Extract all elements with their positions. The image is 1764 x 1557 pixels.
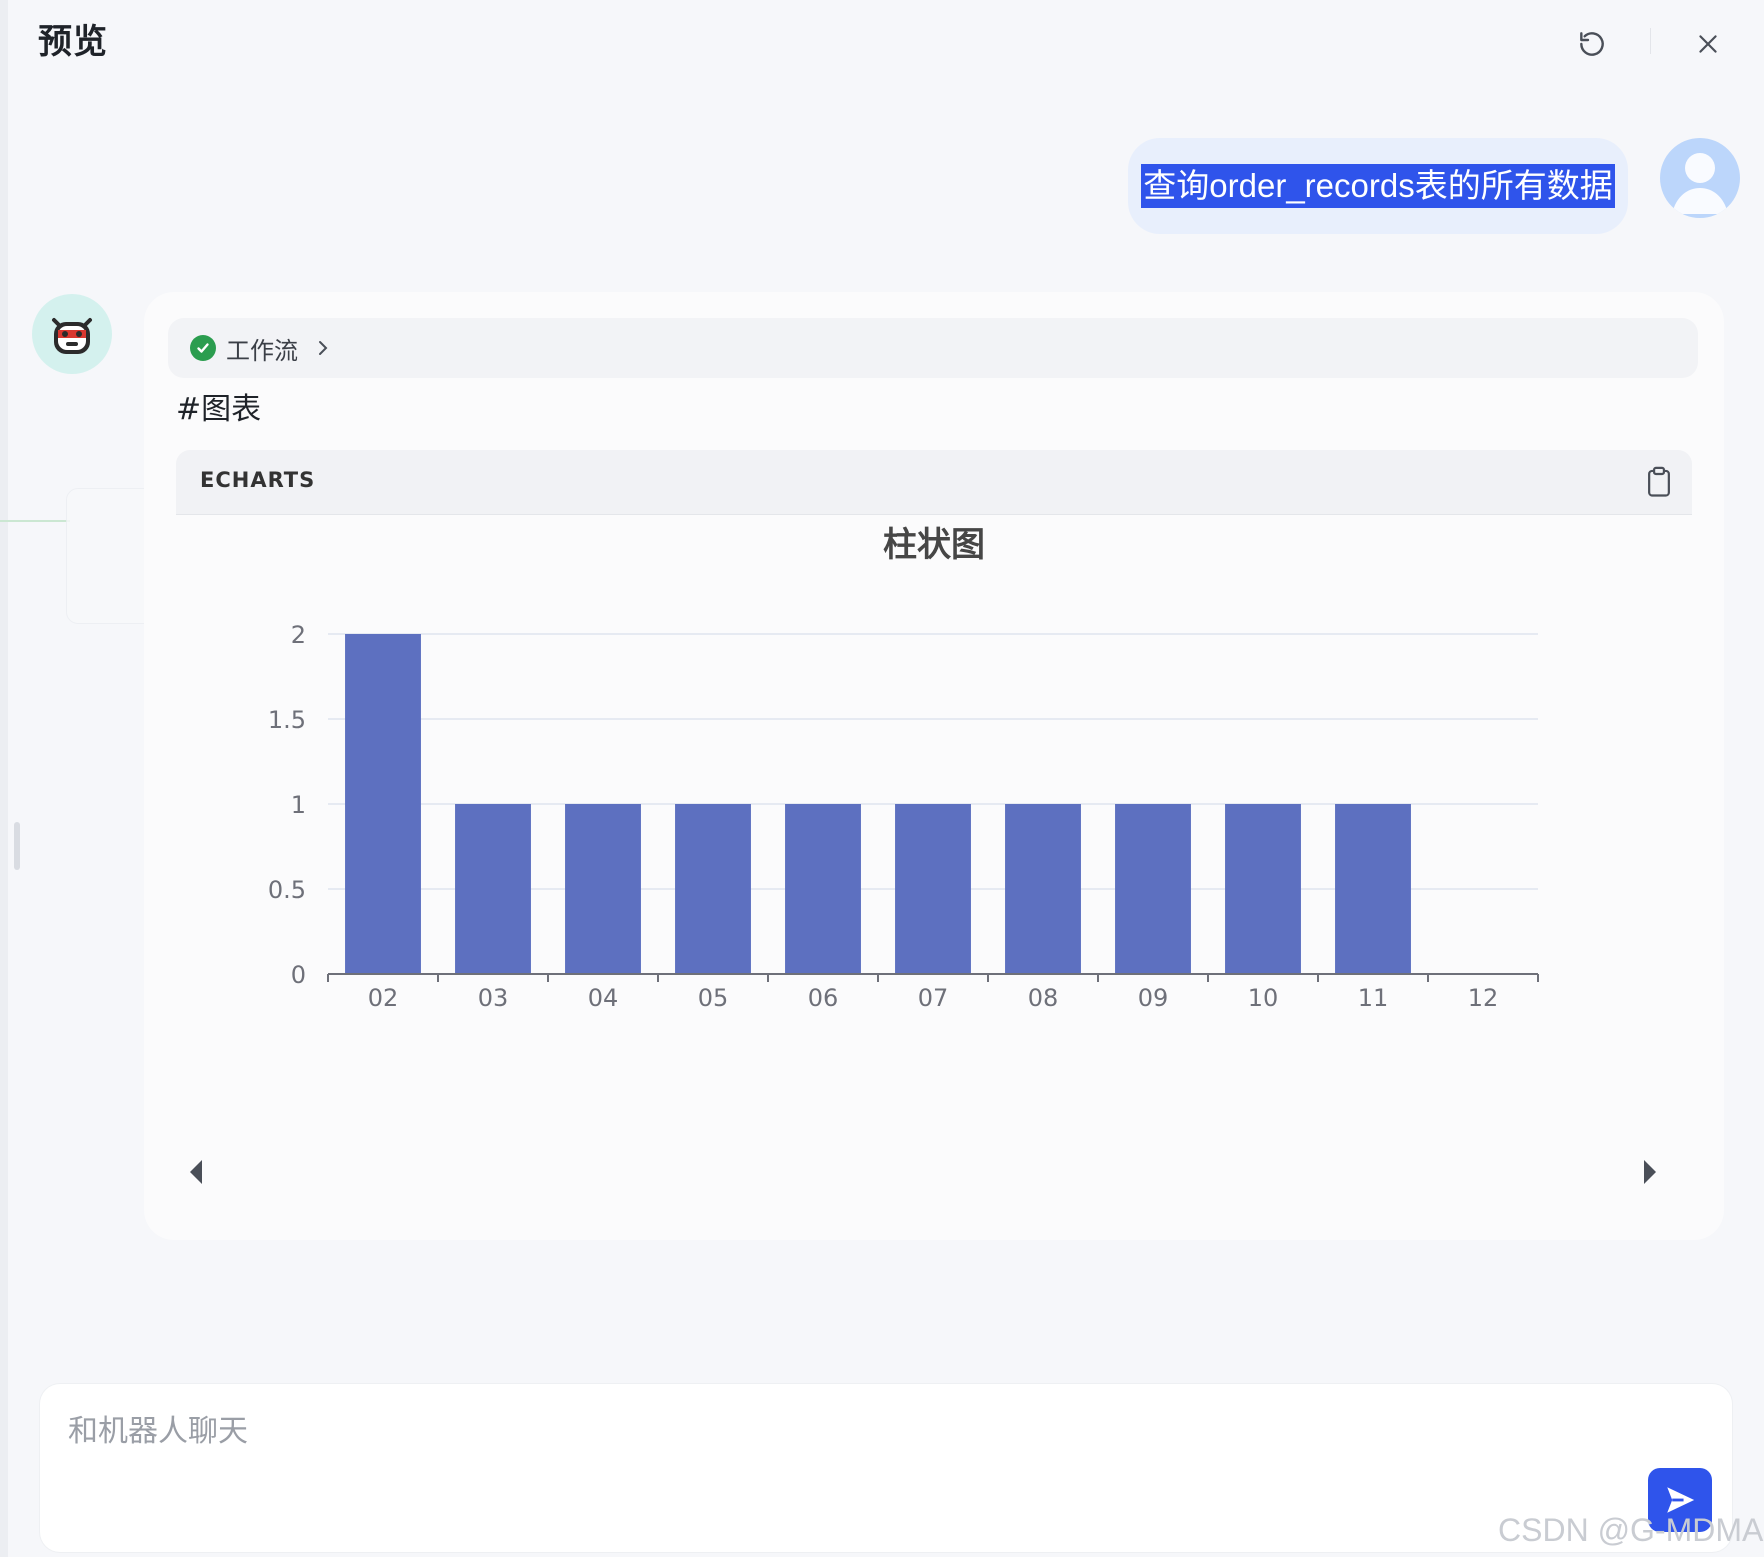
- bar-chart: 柱状图 0 0.5 1 1.5 2 02 03 04 05 06 07 08 09 10 11 12: [268, 525, 1539, 1012]
- x-tick-label: 03: [478, 984, 509, 1012]
- success-check-icon: [190, 335, 216, 361]
- code-block-header: ECHARTS: [176, 450, 1692, 515]
- x-tick-label: 05: [698, 984, 729, 1012]
- bar-09[interactable]: [1115, 804, 1191, 974]
- x-tick-label: 12: [1468, 984, 1499, 1012]
- x-tick-label: 06: [808, 984, 839, 1012]
- code-block-language: ECHARTS: [200, 468, 316, 492]
- clipboard-icon[interactable]: [1644, 466, 1674, 498]
- x-tick-label: 04: [588, 984, 619, 1012]
- workflow-toggle[interactable]: 工作流: [168, 318, 1698, 378]
- close-icon: [1699, 35, 1717, 53]
- workflow-label: 工作流: [226, 336, 298, 365]
- chevron-right-icon: [316, 339, 330, 357]
- bot-message-card: 工作流 #图表 ECHARTS 柱状图 0 0.5 1 1.5 2 02 03 04 05 06 0…: [144, 292, 1724, 1240]
- robot-icon: [52, 318, 92, 354]
- x-tick-label: 07: [918, 984, 949, 1012]
- user-avatar: [1660, 138, 1740, 218]
- y-tick-label: 1: [291, 791, 306, 819]
- y-tick-label: 2: [291, 621, 306, 649]
- bar-08[interactable]: [1005, 804, 1081, 974]
- page-title: 预览: [38, 22, 108, 62]
- x-tick-label: 11: [1358, 984, 1389, 1012]
- bar-02[interactable]: [345, 634, 421, 974]
- chat-input[interactable]: [66, 1410, 1570, 1452]
- user-message-text: 查询order_records表的所有数据: [1141, 164, 1615, 208]
- next-arrow-icon[interactable]: [1638, 1156, 1660, 1188]
- bar-05[interactable]: [675, 804, 751, 974]
- bar-07[interactable]: [895, 804, 971, 974]
- bar-06[interactable]: [785, 804, 861, 974]
- reload-button[interactable]: [1568, 20, 1616, 68]
- x-tick-label: 08: [1028, 984, 1059, 1012]
- chat-input-box: [40, 1384, 1732, 1552]
- left-panel-edge: [0, 0, 8, 1557]
- header-divider: [1650, 28, 1651, 54]
- bar-11[interactable]: [1335, 804, 1411, 974]
- canvas-edge-line: [0, 520, 70, 522]
- prev-arrow-icon[interactable]: [186, 1156, 208, 1188]
- bar-04[interactable]: [565, 804, 641, 974]
- watermark: CSDN @G-MDMA: [1498, 1512, 1764, 1548]
- echarts-block: ECHARTS 柱状图 0 0.5 1 1.5 2 02 03 04 05 06 07 08 09 10 1…: [176, 450, 1692, 1220]
- user-message-bubble: 查询order_records表的所有数据: [1128, 138, 1628, 234]
- x-tick-label: 10: [1248, 984, 1279, 1012]
- y-tick-label: 0: [291, 961, 306, 989]
- close-button[interactable]: [1684, 20, 1732, 68]
- x-tick-label: 09: [1138, 984, 1169, 1012]
- x-tick-label: 02: [368, 984, 399, 1012]
- bot-avatar: [32, 294, 112, 374]
- y-tick-label: 1.5: [268, 706, 306, 734]
- y-tick-label: 0.5: [268, 876, 306, 904]
- chart-title: 柱状图: [883, 525, 985, 565]
- bot-message-text: #图表: [176, 392, 262, 427]
- reload-icon: [1580, 32, 1604, 56]
- user-avatar-icon: [1672, 153, 1728, 214]
- bar-10[interactable]: [1225, 804, 1301, 974]
- bar-03[interactable]: [455, 804, 531, 974]
